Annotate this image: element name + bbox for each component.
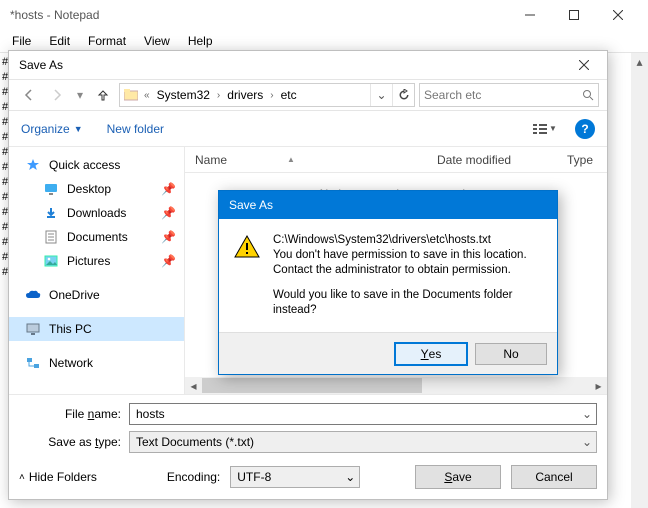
tree-pictures[interactable]: Pictures 📌	[9, 249, 184, 273]
breadcrumb-seg-0[interactable]: System32	[152, 88, 215, 102]
saveastype-dropdown[interactable]: ⌄	[578, 432, 596, 452]
tree-network[interactable]: Network	[9, 351, 184, 375]
chevron-down-icon: ▼	[74, 124, 83, 134]
alert-line3: Would you like to save in the Documents …	[273, 288, 543, 318]
tree-documents[interactable]: Documents 📌	[9, 225, 184, 249]
folder-tree[interactable]: Quick access Desktop 📌 Downloads 📌 Docum…	[9, 147, 185, 394]
search-box[interactable]: Search etc	[419, 83, 599, 107]
encoding-dropdown[interactable]: ⌄	[341, 470, 359, 484]
alert-no-button[interactable]: No	[475, 343, 547, 365]
scroll-right-icon[interactable]: ▸	[590, 377, 607, 394]
address-dropdown[interactable]: ⌄	[370, 84, 392, 106]
horizontal-scrollbar[interactable]: ◂ ▸	[185, 377, 607, 394]
notepad-titlebar: *hosts - Notepad	[0, 0, 648, 30]
onedrive-icon	[25, 287, 41, 303]
network-icon	[25, 355, 41, 371]
alert-yes-button[interactable]: Yes	[395, 343, 467, 365]
sort-asc-icon: ▲	[287, 155, 295, 164]
tree-downloads[interactable]: Downloads 📌	[9, 201, 184, 225]
saveastype-label: Save as type:	[19, 435, 129, 449]
pin-icon: 📌	[161, 254, 176, 268]
filename-value: hosts	[136, 407, 165, 421]
pin-icon: 📌	[161, 206, 176, 220]
permission-alert: Save As C:\Windows\System32\drivers\etc\…	[218, 190, 558, 375]
list-header[interactable]: Name▲ Date modified Type	[185, 147, 607, 173]
organize-button[interactable]: Organize▼	[21, 122, 83, 136]
minimize-button[interactable]	[508, 1, 552, 29]
cancel-button[interactable]: Cancel	[511, 465, 597, 489]
alert-line1: You don't have permission to save in thi…	[273, 248, 543, 263]
filename-input[interactable]: hosts ⌄	[129, 403, 597, 425]
menu-edit[interactable]: Edit	[41, 32, 78, 50]
col-name[interactable]: Name▲	[185, 153, 427, 167]
hide-folders-button[interactable]: ˄Hide Folders	[19, 470, 97, 484]
chevron-right-icon: ›	[215, 90, 222, 101]
folder-icon	[120, 89, 142, 101]
scroll-up-icon[interactable]: ▴	[631, 53, 648, 70]
menu-file[interactable]: File	[4, 32, 39, 50]
filename-dropdown[interactable]: ⌄	[578, 404, 596, 424]
tree-quick-access[interactable]: Quick access	[9, 153, 184, 177]
nav-up-button[interactable]	[91, 83, 115, 107]
saveastype-value: Text Documents (*.txt)	[130, 435, 578, 449]
alert-message: C:\Windows\System32\drivers\etc\hosts.tx…	[273, 233, 543, 318]
documents-icon	[43, 229, 59, 245]
col-date[interactable]: Date modified	[427, 153, 557, 167]
address-bar[interactable]: « System32 › drivers › etc ⌄	[119, 83, 415, 107]
nav-bar: ▾ « System32 › drivers › etc ⌄ Search et…	[9, 79, 607, 111]
save-as-bottom: File name: hosts ⌄ Save as type: Text Do…	[9, 394, 607, 499]
pin-icon: 📌	[161, 230, 176, 244]
nav-forward-button[interactable]	[45, 83, 69, 107]
search-icon	[582, 89, 594, 101]
this-pc-icon	[25, 321, 41, 337]
alert-path: C:\Windows\System32\drivers\etc\hosts.tx…	[273, 233, 543, 248]
scroll-thumb[interactable]	[202, 378, 422, 393]
notepad-title: *hosts - Notepad	[10, 8, 508, 22]
breadcrumb-ellipsis[interactable]: «	[142, 90, 152, 101]
tree-onedrive[interactable]: OneDrive	[9, 283, 184, 307]
breadcrumb-seg-2[interactable]: etc	[276, 88, 302, 102]
save-button[interactable]: Save	[415, 465, 501, 489]
save-as-close-button[interactable]	[567, 53, 601, 77]
alert-title: Save As	[219, 191, 557, 219]
new-folder-button[interactable]: New folder	[107, 122, 164, 136]
close-button[interactable]	[596, 1, 640, 29]
menu-format[interactable]: Format	[80, 32, 134, 50]
alert-line2: Contact the administrator to obtain perm…	[273, 263, 543, 278]
nav-back-button[interactable]	[17, 83, 41, 107]
chevron-up-icon: ˄	[19, 472, 25, 483]
notepad-menubar: File Edit Format View Help	[0, 30, 648, 52]
saveastype-combo[interactable]: Text Documents (*.txt) ⌄	[129, 431, 597, 453]
col-type[interactable]: Type	[557, 153, 607, 167]
search-placeholder: Search etc	[424, 88, 576, 102]
desktop-icon	[43, 181, 59, 197]
chevron-right-icon: ›	[268, 90, 275, 101]
menu-view[interactable]: View	[136, 32, 178, 50]
toolbar: Organize▼ New folder ▼ ?	[9, 111, 607, 147]
tree-this-pc[interactable]: This PC	[9, 317, 184, 341]
encoding-label: Encoding:	[167, 470, 220, 484]
view-options-button[interactable]: ▼	[527, 118, 563, 140]
maximize-button[interactable]	[552, 1, 596, 29]
downloads-icon	[43, 205, 59, 221]
save-as-title: Save As	[19, 58, 567, 72]
pictures-icon	[43, 253, 59, 269]
refresh-button[interactable]	[392, 84, 414, 106]
encoding-combo[interactable]: UTF-8 ⌄	[230, 466, 360, 488]
filename-label: File name:	[19, 407, 129, 421]
tree-desktop[interactable]: Desktop 📌	[9, 177, 184, 201]
breadcrumb-seg-1[interactable]: drivers	[222, 88, 268, 102]
encoding-value: UTF-8	[231, 470, 341, 484]
help-button[interactable]: ?	[575, 119, 595, 139]
save-as-titlebar: Save As	[9, 51, 607, 79]
warning-icon	[233, 233, 261, 261]
pin-icon: 📌	[161, 182, 176, 196]
scroll-left-icon[interactable]: ◂	[185, 377, 202, 394]
menu-help[interactable]: Help	[180, 32, 221, 50]
vertical-scrollbar[interactable]: ▴	[631, 53, 648, 508]
star-icon	[25, 157, 41, 173]
nav-recent-dropdown[interactable]: ▾	[73, 83, 87, 107]
